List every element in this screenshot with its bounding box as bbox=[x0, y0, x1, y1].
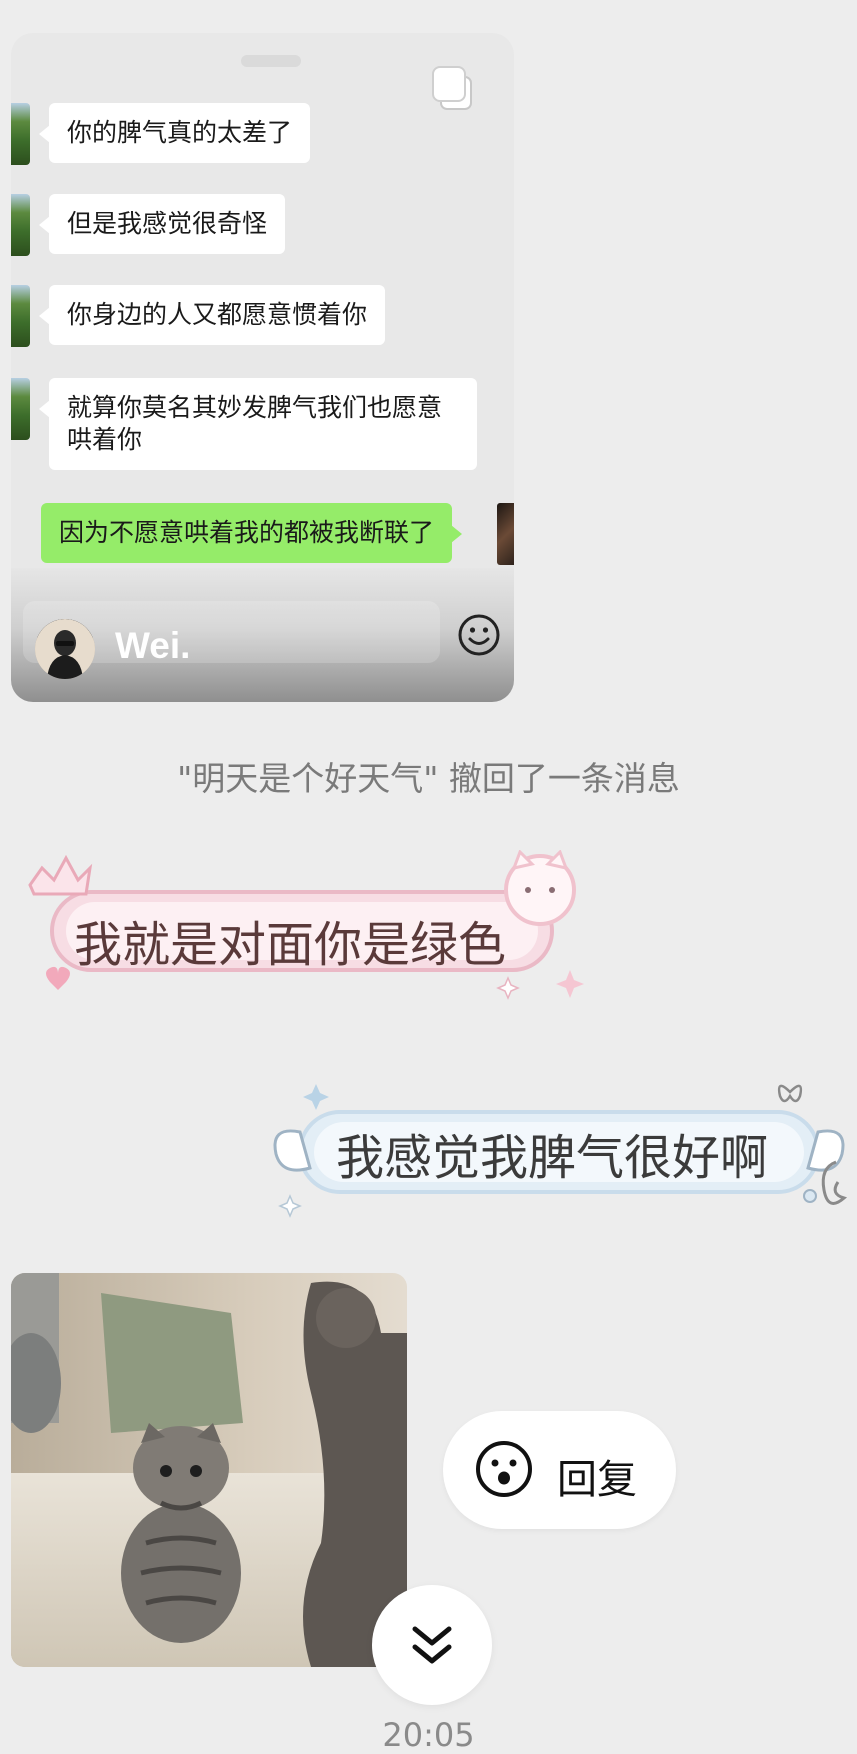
recall-notice: "明天是个好天气" 撤回了一条消息 bbox=[177, 759, 680, 798]
owner-avatar bbox=[35, 619, 95, 679]
double-chevron-down-icon bbox=[412, 1626, 452, 1664]
forwarded-chat-card[interactable]: 你的脾气真的太差了 但是我感觉很奇怪 你身边的人又都愿意惯着你 就算你莫名其妙发… bbox=[11, 33, 514, 702]
card-header-blur bbox=[241, 55, 301, 67]
scroll-to-bottom-button[interactable] bbox=[372, 1585, 492, 1705]
card-message-bubble: 你的脾气真的太差了 bbox=[38, 103, 311, 163]
reply-label: 回复 bbox=[557, 1457, 637, 1503]
peer-avatar bbox=[11, 194, 30, 256]
outgoing-sticker-text: 我感觉我脾气很好啊 bbox=[336, 1130, 769, 1186]
cat-image-message[interactable] bbox=[11, 1273, 407, 1667]
card-self-bubble: 因为不愿意哄着我的都被我断联了 bbox=[41, 503, 463, 563]
owner-name: Wei. bbox=[115, 625, 191, 666]
peer-avatar bbox=[11, 103, 30, 165]
peer-avatar bbox=[11, 378, 30, 440]
card-message-row: 但是我感觉很奇怪 bbox=[11, 194, 514, 258]
emoji-icon bbox=[458, 614, 500, 656]
card-message-row: 你身边的人又都愿意惯着你 bbox=[11, 285, 514, 349]
card-message-row: 你的脾气真的太差了 bbox=[11, 103, 514, 167]
self-avatar bbox=[497, 503, 514, 565]
card-self-message-row: 因为不愿意哄着我的都被我断联了 bbox=[11, 503, 514, 567]
card-message-row: 就算你莫名其妙发脾气我们也愿意哄着你 bbox=[11, 378, 514, 474]
reply-button[interactable]: 回复 bbox=[443, 1411, 676, 1529]
card-message-bubble: 你身边的人又都愿意惯着你 bbox=[38, 285, 386, 345]
cat-image bbox=[11, 1273, 407, 1667]
timestamp: 20:05 bbox=[382, 1716, 475, 1754]
incoming-sticker-text: 我就是对面你是绿色 bbox=[74, 917, 507, 973]
face-icon bbox=[476, 1441, 532, 1497]
card-message-bubble: 就算你莫名其妙发脾气我们也愿意哄着你 bbox=[39, 378, 477, 470]
peer-avatar bbox=[11, 285, 30, 347]
card-message-bubble: 但是我感觉很奇怪 bbox=[38, 194, 286, 254]
